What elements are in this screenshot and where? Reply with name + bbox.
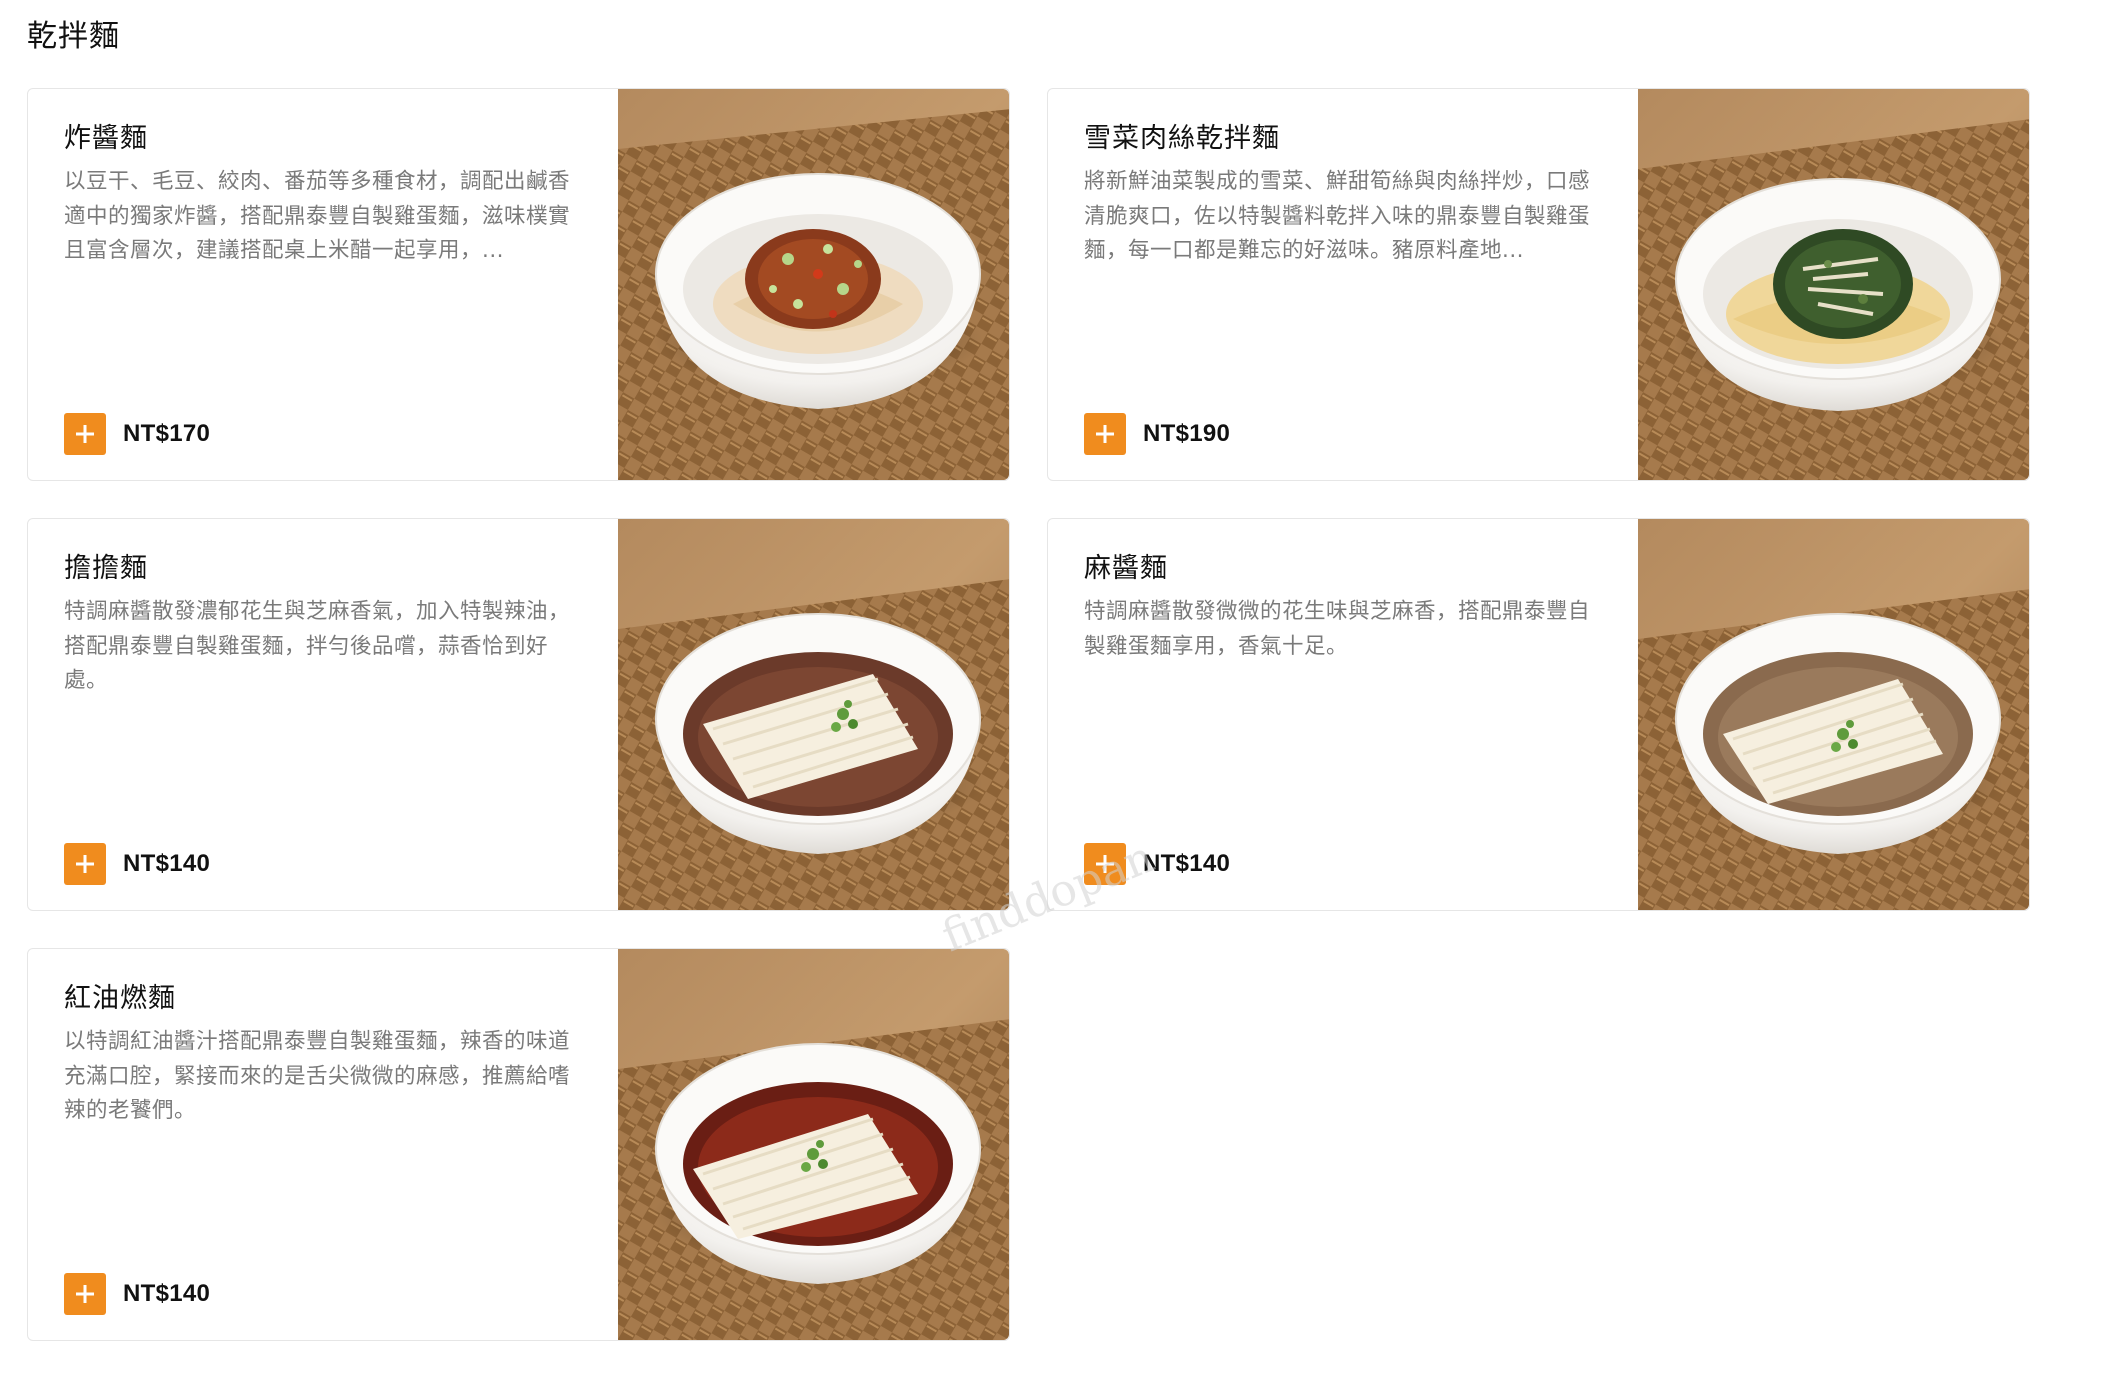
plus-icon (76, 855, 94, 873)
dish-name: 紅油燃麵 (64, 983, 176, 1014)
dish-photo[interactable] (1638, 89, 2029, 480)
dish-card[interactable]: 紅油燃麵 以特調紅油醬汁搭配鼎泰豐自製雞蛋麵，辣香的味道充滿口腔，緊接而來的是舌… (27, 948, 1010, 1341)
dish-info: 炸醬麵 以豆干、毛豆、絞肉、番茄等多種食材，調配出鹹香適中的獨家炸醬，搭配鼎泰豐… (28, 89, 618, 480)
dish-card[interactable]: 麻醬麵 特調麻醬散發微微的花生味與芝麻香，搭配鼎泰豐自製雞蛋麵享用，香氣十足。 … (1047, 518, 2030, 911)
add-to-cart-button[interactable] (1084, 843, 1126, 885)
dish-photo[interactable] (618, 519, 1009, 910)
dish-description: 特調麻醬散發微微的花生味與芝麻香，搭配鼎泰豐自製雞蛋麵享用，香氣十足。 (1084, 599, 1591, 659)
dish-info: 雪菜肉絲乾拌麵 將新鮮油菜製成的雪菜、鮮甜筍絲與肉絲拌炒，口感清脆爽口，佐以特製… (1048, 89, 1638, 480)
menu-page: 乾拌麵 炸醬麵 以豆干、毛豆、絞肉、番茄等多種食材，調配出鹹香適中的獨家炸醬，搭… (0, 0, 2107, 1374)
dish-grid: 炸醬麵 以豆干、毛豆、絞肉、番茄等多種食材，調配出鹹香適中的獨家炸醬，搭配鼎泰豐… (27, 88, 2047, 1341)
dish-price: NT$140 (123, 1280, 211, 1307)
price-row: NT$140 (64, 843, 210, 885)
price-row: NT$170 (64, 413, 210, 455)
plus-icon (1096, 855, 1114, 873)
dish-description: 特調麻醬散發濃郁花生與芝麻香氣，加入特製辣油，搭配鼎泰豐自製雞蛋麵，拌勻後品嚐，… (64, 599, 571, 693)
dish-description: 以特調紅油醬汁搭配鼎泰豐自製雞蛋麵，辣香的味道充滿口腔，緊接而來的是舌尖微微的麻… (64, 1029, 571, 1123)
dish-price: NT$190 (1143, 420, 1231, 447)
add-to-cart-button[interactable] (64, 843, 106, 885)
add-to-cart-button[interactable] (64, 413, 106, 455)
dish-card[interactable]: 雪菜肉絲乾拌麵 將新鮮油菜製成的雪菜、鮮甜筍絲與肉絲拌炒，口感清脆爽口，佐以特製… (1047, 88, 2030, 481)
dish-info: 麻醬麵 特調麻醬散發微微的花生味與芝麻香，搭配鼎泰豐自製雞蛋麵享用，香氣十足。 … (1048, 519, 1638, 910)
dish-name: 雪菜肉絲乾拌麵 (1084, 123, 1280, 154)
dish-price: NT$140 (123, 850, 211, 877)
plus-icon (1096, 425, 1114, 443)
dish-info: 紅油燃麵 以特調紅油醬汁搭配鼎泰豐自製雞蛋麵，辣香的味道充滿口腔，緊接而來的是舌… (28, 949, 618, 1340)
dish-price: NT$140 (1143, 850, 1231, 877)
section-title: 乾拌麵 (27, 19, 120, 54)
plus-icon (76, 425, 94, 443)
price-row: NT$140 (64, 1273, 210, 1315)
dish-photo[interactable] (618, 89, 1009, 480)
dish-name: 炸醬麵 (64, 123, 148, 154)
dish-description: 將新鮮油菜製成的雪菜、鮮甜筍絲與肉絲拌炒，口感清脆爽口，佐以特製醬料乾拌入味的鼎… (1084, 169, 1591, 263)
price-row: NT$140 (1084, 843, 1230, 885)
dish-photo[interactable] (618, 949, 1009, 1340)
dish-name: 麻醬麵 (1084, 553, 1168, 584)
dish-description: 以豆干、毛豆、絞肉、番茄等多種食材，調配出鹹香適中的獨家炸醬，搭配鼎泰豐自製雞蛋… (64, 169, 571, 263)
dish-photo[interactable] (1638, 519, 2029, 910)
dish-price: NT$170 (123, 420, 211, 447)
dish-card[interactable]: 擔擔麵 特調麻醬散發濃郁花生與芝麻香氣，加入特製辣油，搭配鼎泰豐自製雞蛋麵，拌勻… (27, 518, 1010, 911)
dish-name: 擔擔麵 (64, 553, 148, 584)
dish-card[interactable]: 炸醬麵 以豆干、毛豆、絞肉、番茄等多種食材，調配出鹹香適中的獨家炸醬，搭配鼎泰豐… (27, 88, 1010, 481)
plus-icon (76, 1285, 94, 1303)
price-row: NT$190 (1084, 413, 1230, 455)
dish-info: 擔擔麵 特調麻醬散發濃郁花生與芝麻香氣，加入特製辣油，搭配鼎泰豐自製雞蛋麵，拌勻… (28, 519, 618, 910)
add-to-cart-button[interactable] (1084, 413, 1126, 455)
add-to-cart-button[interactable] (64, 1273, 106, 1315)
